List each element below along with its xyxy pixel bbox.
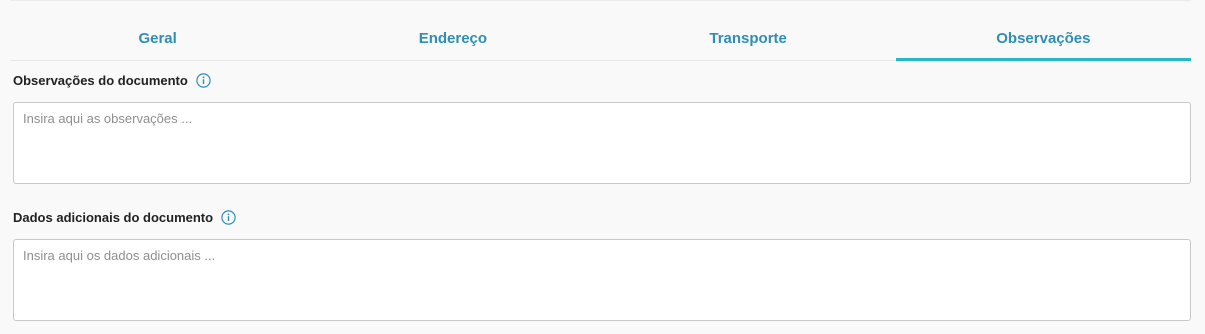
info-icon[interactable] <box>221 209 236 225</box>
tab-geral[interactable]: Geral <box>10 22 305 60</box>
dados-adicionais-label: Dados adicionais do documento <box>13 209 214 225</box>
tab-bar: Geral Endereço Transporte Observações <box>10 22 1192 61</box>
dados-adicionais-section: Dados adicionais do documento <box>13 207 1191 326</box>
observacoes-section: Observações do documento <box>13 70 1191 189</box>
dados-adicionais-textarea[interactable] <box>13 239 1191 321</box>
dados-adicionais-label-row: Dados adicionais do documento <box>13 207 1191 227</box>
info-icon[interactable] <box>196 72 211 88</box>
observacoes-label-row: Observações do documento <box>13 70 1191 90</box>
tab-endereco[interactable]: Endereço <box>305 22 600 60</box>
observacoes-textarea[interactable] <box>13 102 1191 184</box>
observacoes-label: Observações do documento <box>13 72 188 88</box>
tab-transporte[interactable]: Transporte <box>601 22 896 60</box>
top-divider <box>10 0 1191 1</box>
tab-observacoes[interactable]: Observações <box>895 22 1192 61</box>
observations-panel: Geral Endereço Transporte Observações Ob… <box>0 0 1205 334</box>
